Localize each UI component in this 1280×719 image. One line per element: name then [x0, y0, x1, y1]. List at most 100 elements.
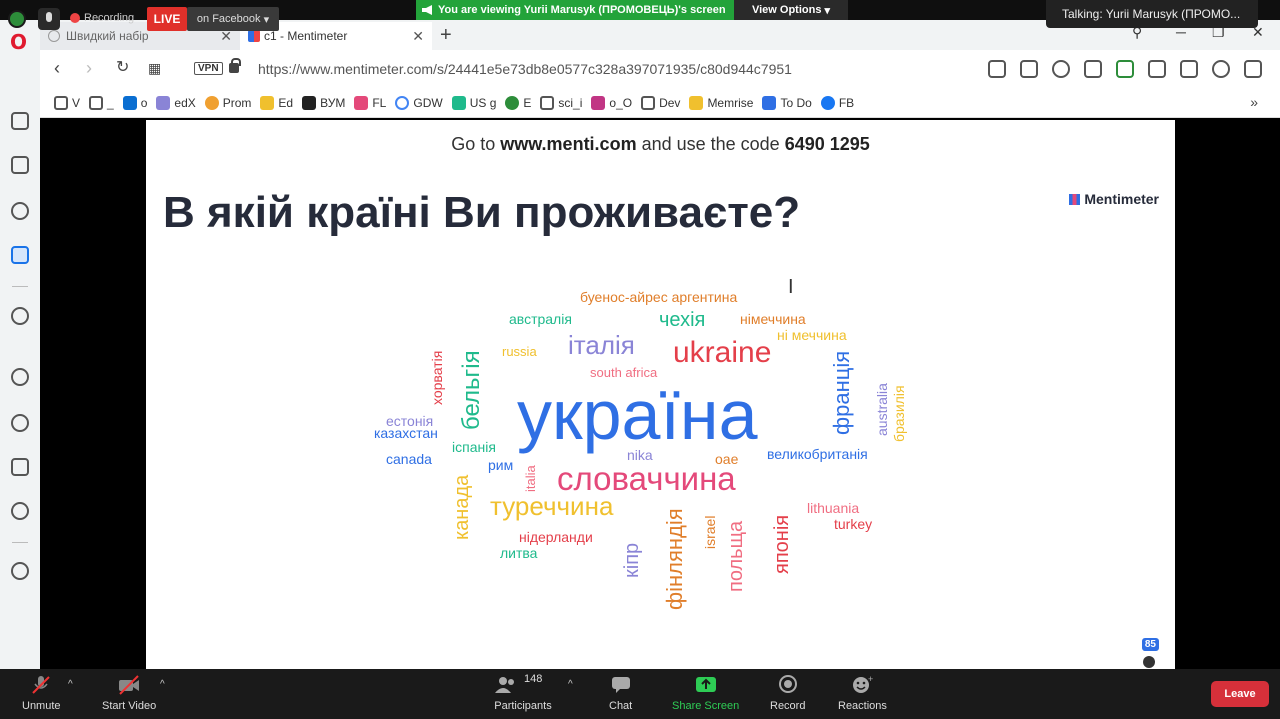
evernote-icon — [505, 95, 520, 110]
bookmark-item[interactable]: FL — [354, 95, 386, 110]
speaker-icon — [422, 5, 432, 15]
recording-indicator: Recording — [70, 8, 134, 28]
bookmark-item[interactable]: Ed — [260, 95, 293, 110]
security-shield-icon[interactable] — [8, 10, 26, 28]
leave-button[interactable]: Leave — [1211, 681, 1269, 707]
unmute-button[interactable]: Unmute — [22, 675, 61, 712]
bookmark-item[interactable]: o_O — [591, 95, 632, 110]
bookmark-item[interactable]: ВУМ — [302, 95, 345, 110]
vpn-badge[interactable]: VPN — [194, 62, 223, 75]
globe-icon — [48, 30, 60, 42]
emoji-icon[interactable] — [11, 202, 29, 220]
us-g-icon — [451, 95, 466, 110]
share-screen-button[interactable]: Share Screen — [672, 675, 739, 712]
participant-count-badge: 85 — [1141, 638, 1159, 651]
bookmark-item[interactable]: To Do — [762, 95, 812, 110]
lock-icon[interactable] — [229, 58, 241, 73]
facebook-icon — [820, 95, 835, 110]
download-icon[interactable] — [1180, 60, 1198, 78]
folder-icon — [540, 95, 555, 110]
word-cloud-word: нідерланди — [519, 529, 593, 545]
clock-icon[interactable] — [11, 414, 29, 432]
word-cloud-word: israel — [702, 515, 718, 549]
bookmark-item[interactable]: sci_i — [540, 95, 582, 110]
url-input[interactable]: https://www.mentimeter.com/s/24441e5e73d… — [258, 61, 792, 77]
mentimeter-slide: Go to www.menti.com and use the code 649… — [146, 120, 1175, 669]
fl-icon — [354, 95, 369, 110]
live-badge[interactable]: LIVE — [147, 7, 187, 31]
tabs-grid-icon[interactable]: ▦ — [148, 59, 161, 77]
close-icon[interactable]: ✕ — [412, 28, 424, 45]
bookmark-item[interactable]: Prom — [204, 95, 251, 110]
word-cloud-word: італія — [568, 330, 635, 360]
todo-icon — [762, 95, 777, 110]
bookmark-item[interactable]: edX — [156, 95, 196, 110]
word-cloud-word: туреччина — [490, 491, 614, 521]
edx-icon — [156, 95, 171, 110]
screen: O Швидкий набір ✕ c1 - Mentimeter ✕ + ⚲ … — [0, 0, 1280, 719]
start-video-button[interactable]: Start Video — [102, 675, 156, 712]
audio-options-caret[interactable]: ^ — [68, 679, 73, 690]
word-cloud-word: nika — [627, 447, 653, 463]
book-icon[interactable] — [11, 156, 29, 174]
emoji-plus-icon: + — [851, 674, 874, 693]
participants-icon: 148 — [494, 673, 552, 693]
word-cloud-word: canada — [386, 451, 432, 467]
bookmark-item[interactable]: Dev — [641, 95, 680, 110]
bookmark-item[interactable]: Memrise — [689, 95, 753, 110]
forward-button[interactable]: › — [86, 59, 92, 77]
bookmark-item[interactable]: V — [54, 95, 80, 110]
word-cloud-word: україна — [517, 376, 758, 454]
participants-options-caret[interactable]: ^ — [568, 679, 573, 690]
reload-button[interactable]: ↻ — [116, 59, 129, 77]
live-target-dropdown[interactable]: on Facebook ▾ — [187, 7, 279, 31]
bookmark-item[interactable]: o — [122, 95, 147, 110]
heart-icon[interactable] — [1052, 60, 1070, 78]
word-cloud-word: франція — [829, 350, 854, 435]
camera-icon[interactable] — [988, 60, 1006, 78]
green-extension-icon[interactable] — [1116, 60, 1134, 78]
heart-shield-icon[interactable] — [11, 246, 29, 264]
join-instructions: Go to www.menti.com and use the code 649… — [451, 134, 870, 154]
profile-icon[interactable] — [1212, 60, 1230, 78]
back-button[interactable]: ‹ — [54, 59, 60, 77]
reactions-button[interactable]: + Reactions — [838, 674, 887, 712]
heart-icon[interactable] — [11, 368, 29, 386]
new-tab-button[interactable]: + — [440, 24, 452, 47]
mic-icon[interactable] — [38, 8, 60, 30]
bookmark-item[interactable]: GDW — [395, 95, 443, 110]
word-cloud-word: японія — [771, 514, 793, 574]
extensions-toolbar — [988, 60, 1262, 78]
play-icon[interactable] — [11, 307, 29, 325]
ae-extension-icon[interactable] — [1084, 60, 1102, 78]
cube-icon[interactable] — [11, 458, 29, 476]
tab-label: Швидкий набір — [66, 29, 149, 43]
shield-icon[interactable] — [1020, 60, 1038, 78]
word-cloud-word: буенос-айрес аргентина — [580, 289, 738, 305]
participants-count: 148 — [524, 673, 543, 685]
word-cloud-word: ні меччина — [777, 327, 847, 343]
home-icon[interactable] — [11, 112, 29, 130]
word-cloud-word: австралія — [509, 311, 572, 327]
bookmark-item[interactable]: E — [505, 95, 531, 110]
settings-sliders-icon[interactable] — [1244, 60, 1262, 78]
gear-icon[interactable] — [11, 502, 29, 520]
view-options-button[interactable]: View Options ▾ — [734, 0, 848, 20]
record-button[interactable]: Record — [770, 675, 805, 712]
bookmarks-bar: V _ o edX Prom Ed ВУМ FL GDW US g E sci_… — [40, 88, 1280, 118]
participants-button[interactable]: 148 Participants — [494, 673, 552, 712]
word-cloud-word: рим — [488, 457, 514, 473]
word-cloud-word: хорватія — [429, 350, 445, 405]
word-cloud-word: оае — [715, 451, 739, 467]
bookmarks-more-button[interactable]: » — [1250, 94, 1258, 110]
video-options-caret[interactable]: ^ — [160, 679, 165, 690]
bookmark-item[interactable]: _ — [89, 95, 114, 110]
cube-icon[interactable] — [1148, 60, 1166, 78]
zoom-toolbar: Unmute ^ Start Video ^ 148 Participants … — [0, 669, 1280, 719]
google-icon — [395, 95, 410, 110]
bookmark-item[interactable]: US g — [451, 95, 496, 110]
lightbulb-icon[interactable] — [11, 562, 29, 580]
folder-icon — [54, 95, 68, 110]
chat-button[interactable]: Chat — [609, 675, 632, 712]
bookmark-item[interactable]: FB — [820, 95, 854, 110]
